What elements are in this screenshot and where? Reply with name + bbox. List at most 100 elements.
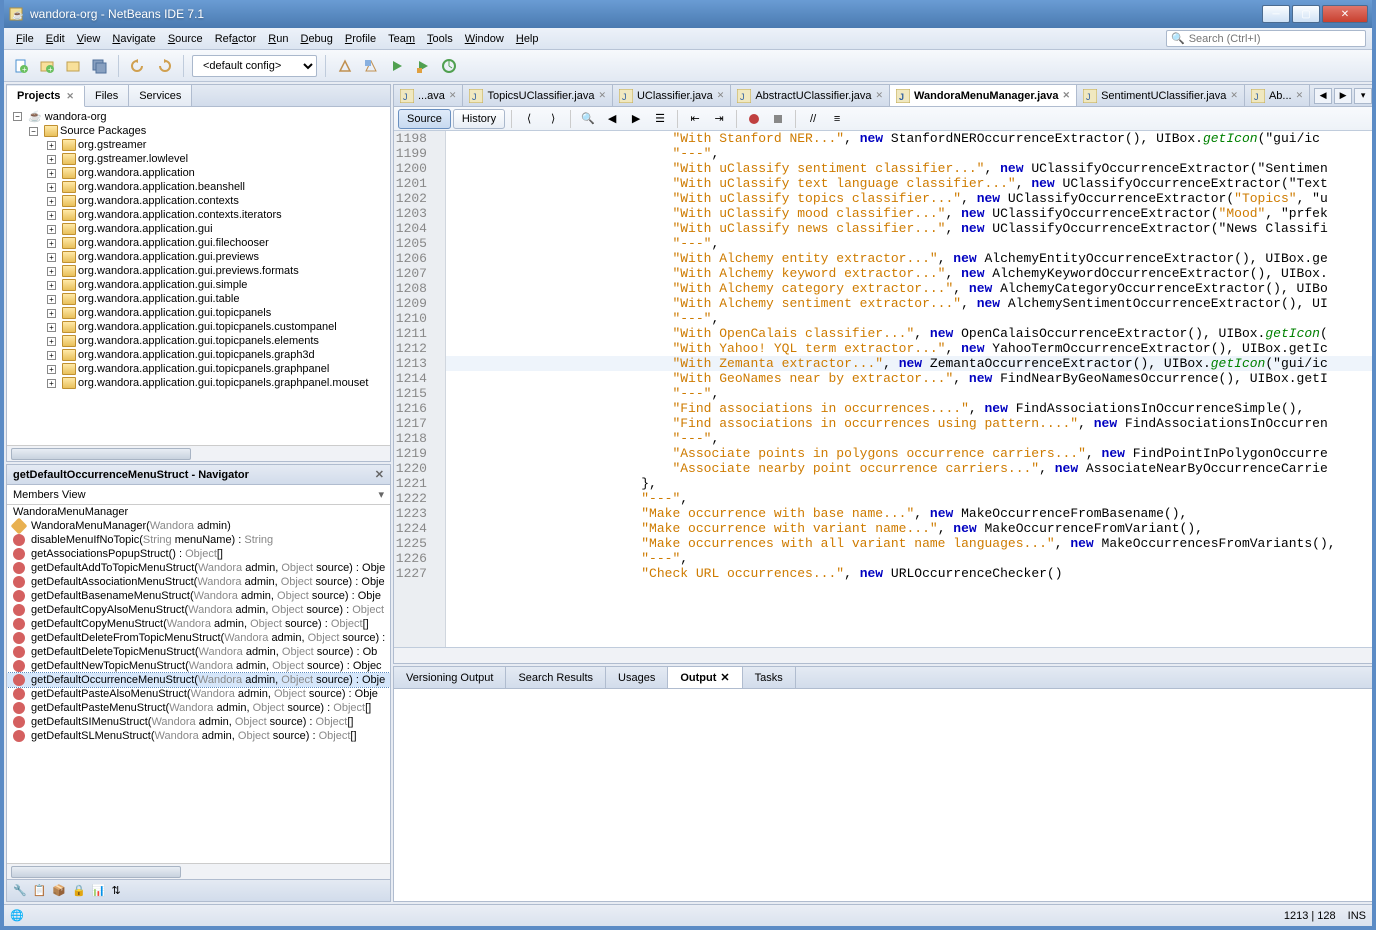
filter-icon[interactable]: 📊: [92, 884, 106, 897]
code-line[interactable]: "With uClassify text language classifier…: [446, 176, 1372, 191]
output-tab[interactable]: Usages: [606, 667, 668, 688]
filter-icon[interactable]: 📋: [33, 884, 47, 897]
close-icon[interactable]: ✕: [1296, 90, 1304, 101]
close-icon[interactable]: ✕: [876, 90, 884, 101]
config-select[interactable]: <default config>: [192, 55, 317, 77]
project-root[interactable]: −☕ wandora-org: [7, 109, 390, 124]
member-row[interactable]: getDefaultDeleteTopicMenuStruct(Wandora …: [7, 645, 390, 659]
member-row[interactable]: getDefaultPasteAlsoMenuStruct(Wandora ad…: [7, 687, 390, 701]
scroll-tabs-right[interactable]: ▶: [1334, 88, 1352, 104]
close-icon[interactable]: ✕: [66, 91, 74, 102]
code-line[interactable]: "With GeoNames near by extractor...", ne…: [446, 371, 1372, 386]
macro-stop-button[interactable]: [767, 108, 789, 130]
code-line[interactable]: "---",: [446, 551, 1372, 566]
menu-window[interactable]: Window: [459, 31, 510, 47]
menu-source[interactable]: Source: [162, 31, 209, 47]
build-button[interactable]: [334, 55, 356, 77]
save-all-button[interactable]: [88, 55, 110, 77]
close-button[interactable]: ✕: [1322, 5, 1368, 23]
members-view-dropdown[interactable]: Members View▾: [7, 485, 390, 505]
member-row[interactable]: getDefaultSIMenuStruct(Wandora admin, Ob…: [7, 715, 390, 729]
close-icon[interactable]: ✕: [375, 468, 384, 481]
menu-help[interactable]: Help: [510, 31, 545, 47]
editor-tab[interactable]: JWandoraMenuManager.java✕: [890, 85, 1077, 106]
member-row[interactable]: getDefaultOccurrenceMenuStruct(Wandora a…: [7, 673, 390, 687]
menu-team[interactable]: Team: [382, 31, 421, 47]
menu-debug[interactable]: Debug: [294, 31, 338, 47]
undo-button[interactable]: [127, 55, 149, 77]
redo-button[interactable]: [153, 55, 175, 77]
package-node[interactable]: +org.gstreamer.lowlevel: [7, 152, 390, 166]
output-tab[interactable]: Versioning Output: [394, 667, 506, 688]
shift-left-button[interactable]: ⇤: [684, 108, 706, 130]
output-body[interactable]: [394, 689, 1372, 901]
filter-icon[interactable]: 🔧: [13, 884, 27, 897]
member-row[interactable]: getDefaultAssociationMenuStruct(Wandora …: [7, 575, 390, 589]
package-node[interactable]: +org.wandora.application.gui.topicpanels…: [7, 320, 390, 334]
history-view-button[interactable]: History: [453, 109, 505, 129]
menu-navigate[interactable]: Navigate: [106, 31, 161, 47]
tab-list-button[interactable]: ▾: [1354, 88, 1372, 104]
code-line[interactable]: "Make occurrences with all variant name …: [446, 536, 1372, 551]
nav-fwd-button[interactable]: ⟩: [542, 108, 564, 130]
filter-icon[interactable]: 🔒: [72, 884, 86, 897]
package-node[interactable]: +org.wandora.application.gui.topicpanels…: [7, 348, 390, 362]
menu-edit[interactable]: Edit: [40, 31, 71, 47]
line-number-gutter[interactable]: 1198119912001201120212031204120512061207…: [394, 131, 446, 647]
code-line[interactable]: "---",: [446, 431, 1372, 446]
code-line[interactable]: "With uClassify sentiment classifier..."…: [446, 161, 1372, 176]
code-line[interactable]: "---",: [446, 491, 1372, 506]
horizontal-scrollbar[interactable]: [394, 647, 1372, 663]
close-icon[interactable]: ✕: [598, 90, 606, 101]
code-line[interactable]: "With Stanford NER...", new StanfordNERO…: [446, 131, 1372, 146]
clean-build-button[interactable]: [360, 55, 382, 77]
menu-view[interactable]: View: [71, 31, 107, 47]
source-view-button[interactable]: Source: [398, 109, 451, 129]
package-node[interactable]: +org.wandora.application.gui.topicpanels…: [7, 376, 390, 390]
package-node[interactable]: +org.wandora.application: [7, 166, 390, 180]
navigator-body[interactable]: WandoraMenuManagerWandoraMenuManager(Wan…: [7, 505, 390, 863]
member-row[interactable]: getDefaultDeleteFromTopicMenuStruct(Wand…: [7, 631, 390, 645]
code-line[interactable]: "---",: [446, 311, 1372, 326]
package-node[interactable]: +org.wandora.application.gui.previews.fo…: [7, 264, 390, 278]
code-line[interactable]: "With Alchemy sentiment extractor...", n…: [446, 296, 1372, 311]
code-line[interactable]: "With uClassify news classifier...", new…: [446, 221, 1372, 236]
member-row[interactable]: getDefaultNewTopicMenuStruct(Wandora adm…: [7, 659, 390, 673]
toggle-highlight-button[interactable]: ☰: [649, 108, 671, 130]
new-file-button[interactable]: +: [10, 55, 32, 77]
menu-profile[interactable]: Profile: [339, 31, 382, 47]
class-header[interactable]: WandoraMenuManager: [7, 505, 390, 519]
menu-run[interactable]: Run: [262, 31, 294, 47]
menu-tools[interactable]: Tools: [421, 31, 459, 47]
editor-tab[interactable]: JAbstractUClassifier.java✕: [731, 85, 890, 106]
code-line[interactable]: "Find associations in occurrences....", …: [446, 401, 1372, 416]
tab-files[interactable]: Files: [85, 85, 129, 106]
package-node[interactable]: +org.wandora.application.gui: [7, 222, 390, 236]
close-icon[interactable]: ✕: [1063, 90, 1071, 101]
package-node[interactable]: +org.gstreamer: [7, 138, 390, 152]
profile-button[interactable]: [438, 55, 460, 77]
package-node[interactable]: +org.wandora.application.gui.topicpanels: [7, 306, 390, 320]
code-line[interactable]: "With uClassify mood classifier...", new…: [446, 206, 1372, 221]
filter-icon[interactable]: 📦: [52, 884, 66, 897]
menu-refactor[interactable]: Refactor: [209, 31, 263, 47]
code-line[interactable]: },: [446, 476, 1372, 491]
package-node[interactable]: +org.wandora.application.gui.filechooser: [7, 236, 390, 250]
editor-tab[interactable]: J...ava✕: [394, 85, 463, 106]
code-line[interactable]: "---",: [446, 386, 1372, 401]
new-project-button[interactable]: +: [36, 55, 58, 77]
open-project-button[interactable]: [62, 55, 84, 77]
close-icon[interactable]: ✕: [449, 90, 457, 101]
tab-projects[interactable]: Projects✕: [7, 86, 85, 107]
package-node[interactable]: +org.wandora.application.contexts.iterat…: [7, 208, 390, 222]
code-line[interactable]: "With Yahoo! YQL term extractor...", new…: [446, 341, 1372, 356]
member-row[interactable]: getDefaultSLMenuStruct(Wandora admin, Ob…: [7, 729, 390, 743]
horizontal-scrollbar[interactable]: [7, 445, 390, 461]
member-row[interactable]: getAssociationsPopupStruct() : Object[]: [7, 547, 390, 561]
horizontal-scrollbar[interactable]: [7, 863, 390, 879]
code-line[interactable]: "Make occurrence with variant name...", …: [446, 521, 1372, 536]
code-line[interactable]: "With uClassify topics classifier...", n…: [446, 191, 1372, 206]
editor-tab[interactable]: JUClassifier.java✕: [613, 85, 731, 106]
close-icon[interactable]: ✕: [717, 90, 725, 101]
quick-search[interactable]: 🔍: [1166, 30, 1366, 47]
